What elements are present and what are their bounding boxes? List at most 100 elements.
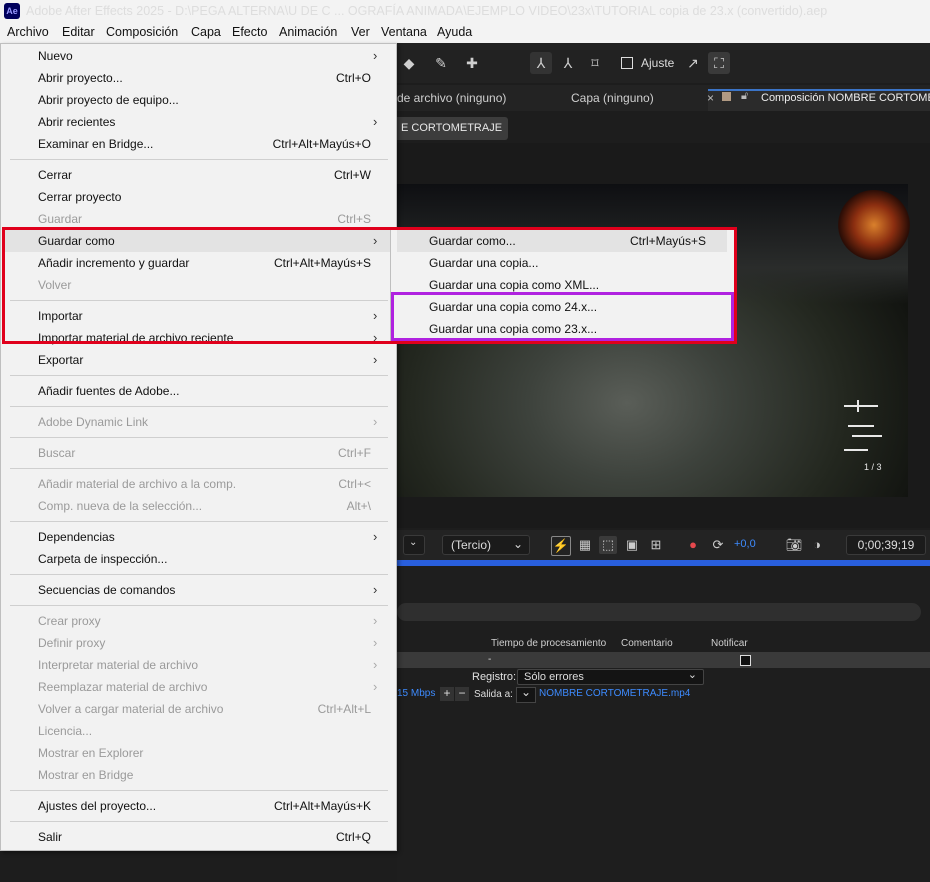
menu-item-abrir-recientes[interactable]: Abrir recientes xyxy=(38,115,115,129)
exposure-value[interactable]: +0,0 xyxy=(734,538,756,550)
menu-item-exportar[interactable]: Exportar xyxy=(38,353,83,367)
grid-guides-icon[interactable]: ⊞ xyxy=(647,536,665,554)
output-to-label: Salida a: xyxy=(474,689,513,700)
menu-item-comp-nueva-seleccion[interactable]: Comp. nueva de la selección... xyxy=(38,499,202,513)
column-comment[interactable]: Comentario xyxy=(621,638,673,649)
menu-ayuda[interactable]: Ayuda xyxy=(437,25,472,39)
column-notify[interactable]: Notificar xyxy=(711,638,748,649)
magnification-dropdown[interactable]: ⌄ xyxy=(403,535,425,555)
menu-composicion[interactable]: Composición xyxy=(106,25,178,39)
close-icon[interactable]: × xyxy=(707,91,714,105)
output-file-link[interactable]: NOMBRE CORTOMETRAJE.mp4 xyxy=(539,688,690,699)
menu-item-nuevo[interactable]: Nuevo xyxy=(38,49,73,63)
menu-ventana[interactable]: Ventana xyxy=(381,25,427,39)
add-output-button[interactable]: + xyxy=(440,687,454,701)
menu-item-salir[interactable]: Salir xyxy=(38,830,62,844)
search-input[interactable] xyxy=(397,603,921,621)
menu-item-anadir-material-comp[interactable]: Añadir material de archivo a la comp. xyxy=(38,477,236,491)
camera-icon[interactable]: 📷︎ xyxy=(785,536,803,554)
snap-feature-icon[interactable]: ⛶ xyxy=(708,52,730,74)
axis-world-icon[interactable]: ⅄ xyxy=(557,52,579,74)
channels-icon[interactable]: ● xyxy=(684,536,702,554)
menu-item-mostrar-bridge[interactable]: Mostrar en Bridge xyxy=(38,768,133,782)
log-label: Registro: xyxy=(472,671,517,683)
roto-brush-tool-icon[interactable]: ✎ xyxy=(430,52,452,74)
composition-breadcrumb[interactable]: E CORTOMETRAJE xyxy=(397,117,508,140)
window-title: Adobe After Effects 2025 - D:\PEGA ALTER… xyxy=(26,4,828,18)
menu-item-secuencias-comandos[interactable]: Secuencias de comandos xyxy=(38,583,175,597)
menu-separator xyxy=(10,790,388,791)
eraser-tool-icon[interactable]: ◆ xyxy=(398,52,420,74)
after-effects-icon: Ae xyxy=(4,3,20,19)
menu-item-guardar[interactable]: Guardar xyxy=(38,212,82,226)
region-of-interest-icon[interactable]: ▣ xyxy=(623,536,641,554)
chevron-right-icon: › xyxy=(373,48,378,63)
menu-item-fuentes-adobe[interactable]: Añadir fuentes de Adobe... xyxy=(38,384,179,398)
menu-item-carpeta-inspeccion[interactable]: Carpeta de inspección... xyxy=(38,552,167,566)
menu-item-abrir-proyecto[interactable]: Abrir proyecto... xyxy=(38,71,123,85)
tab-layer[interactable]: Capa (ninguno) xyxy=(571,91,654,105)
mask-visibility-icon[interactable]: ⬚ xyxy=(599,536,617,554)
menu-item-definir-proxy[interactable]: Definir proxy xyxy=(38,636,105,650)
chevron-down-icon: ⌄ xyxy=(521,685,532,699)
menu-item-interpretar-material[interactable]: Interpretar material de archivo xyxy=(38,658,198,672)
tab-footage[interactable]: de archivo (ninguno) xyxy=(397,91,506,105)
current-time-display[interactable]: 0;00;39;19 xyxy=(846,535,926,555)
chevron-right-icon: › xyxy=(373,582,378,597)
chevron-right-icon: › xyxy=(373,635,378,650)
menu-separator xyxy=(10,821,388,822)
transparency-grid-icon[interactable]: ▦ xyxy=(576,536,594,554)
menu-item-crear-proxy[interactable]: Crear proxy xyxy=(38,614,101,628)
show-snapshot-icon[interactable]: ◑ xyxy=(808,536,826,554)
color-management-icon[interactable]: ⟳ xyxy=(709,536,727,554)
label-color-swatch xyxy=(722,92,731,101)
menu-item-reemplazar-material[interactable]: Reemplazar material de archivo xyxy=(38,680,207,694)
snap-checkbox[interactable] xyxy=(621,57,633,69)
axis-view-icon[interactable]: ⌑ xyxy=(584,52,606,74)
menu-item-examinar-bridge[interactable]: Examinar en Bridge... xyxy=(38,137,153,151)
menu-separator xyxy=(10,406,388,407)
menu-item-dependencias[interactable]: Dependencias xyxy=(38,530,115,544)
output-to-dropdown[interactable]: ⌄ xyxy=(516,685,536,703)
menu-item-cerrar-proyecto[interactable]: Cerrar proyecto xyxy=(38,190,121,204)
axis-local-icon[interactable]: ⅄ xyxy=(530,52,552,74)
snap-edge-icon[interactable]: ↗ xyxy=(682,52,704,74)
menu-item-abrir-proyecto-equipo[interactable]: Abrir proyecto de equipo... xyxy=(38,93,179,107)
remove-output-button[interactable]: − xyxy=(455,687,469,701)
log-dropdown-value: Sólo errores xyxy=(524,671,584,683)
lock-icon[interactable]: 🔓︎ xyxy=(741,90,748,103)
log-dropdown[interactable]: Sólo errores ⌄ xyxy=(517,669,704,685)
puppet-pin-tool-icon[interactable]: ✚ xyxy=(461,52,483,74)
menu-efecto[interactable]: Efecto xyxy=(232,25,267,39)
menu-item-ajustes-proyecto[interactable]: Ajustes del proyecto... xyxy=(38,799,156,813)
resolution-dropdown[interactable]: (Tercio) ⌄ xyxy=(442,535,530,555)
chevron-right-icon: › xyxy=(373,657,378,672)
menu-item-cerrar[interactable]: Cerrar xyxy=(38,168,72,182)
bitrate-value[interactable]: 15 Mbps xyxy=(397,688,435,699)
shortcut-label: Ctrl+S xyxy=(337,212,371,226)
menu-ver[interactable]: Ver xyxy=(351,25,370,39)
chevron-down-icon: ⌄ xyxy=(687,669,697,681)
menu-item-licencia[interactable]: Licencia... xyxy=(38,724,92,738)
menu-separator xyxy=(10,468,388,469)
notify-checkbox[interactable] xyxy=(740,655,751,666)
fast-previews-icon[interactable]: ⚡ xyxy=(551,536,571,556)
menu-item-mostrar-explorer[interactable]: Mostrar en Explorer xyxy=(38,746,143,760)
menu-item-buscar[interactable]: Buscar xyxy=(38,446,75,460)
shortcut-label: Ctrl+O xyxy=(335,71,371,85)
chevron-right-icon: › xyxy=(373,613,378,628)
menu-item-dynamic-link[interactable]: Adobe Dynamic Link xyxy=(38,415,148,429)
render-time-value: - xyxy=(488,654,492,665)
menu-capa[interactable]: Capa xyxy=(191,25,221,39)
table-row[interactable] xyxy=(397,652,930,668)
menu-archivo[interactable]: Archivo xyxy=(7,25,49,39)
shortcut-label: Alt+\ xyxy=(346,499,371,513)
column-render-time[interactable]: Tiempo de procesamiento xyxy=(491,638,606,649)
annotation-purple-box xyxy=(391,292,734,341)
menu-editar[interactable]: Editar xyxy=(62,25,95,39)
hud-ammo-counter: 1 / 3 xyxy=(864,462,882,472)
game-logo-image xyxy=(838,190,910,260)
menu-animacion[interactable]: Animación xyxy=(279,25,337,39)
menu-item-volver-cargar-material[interactable]: Volver a cargar material de archivo xyxy=(38,702,223,716)
menu-separator xyxy=(10,605,388,606)
